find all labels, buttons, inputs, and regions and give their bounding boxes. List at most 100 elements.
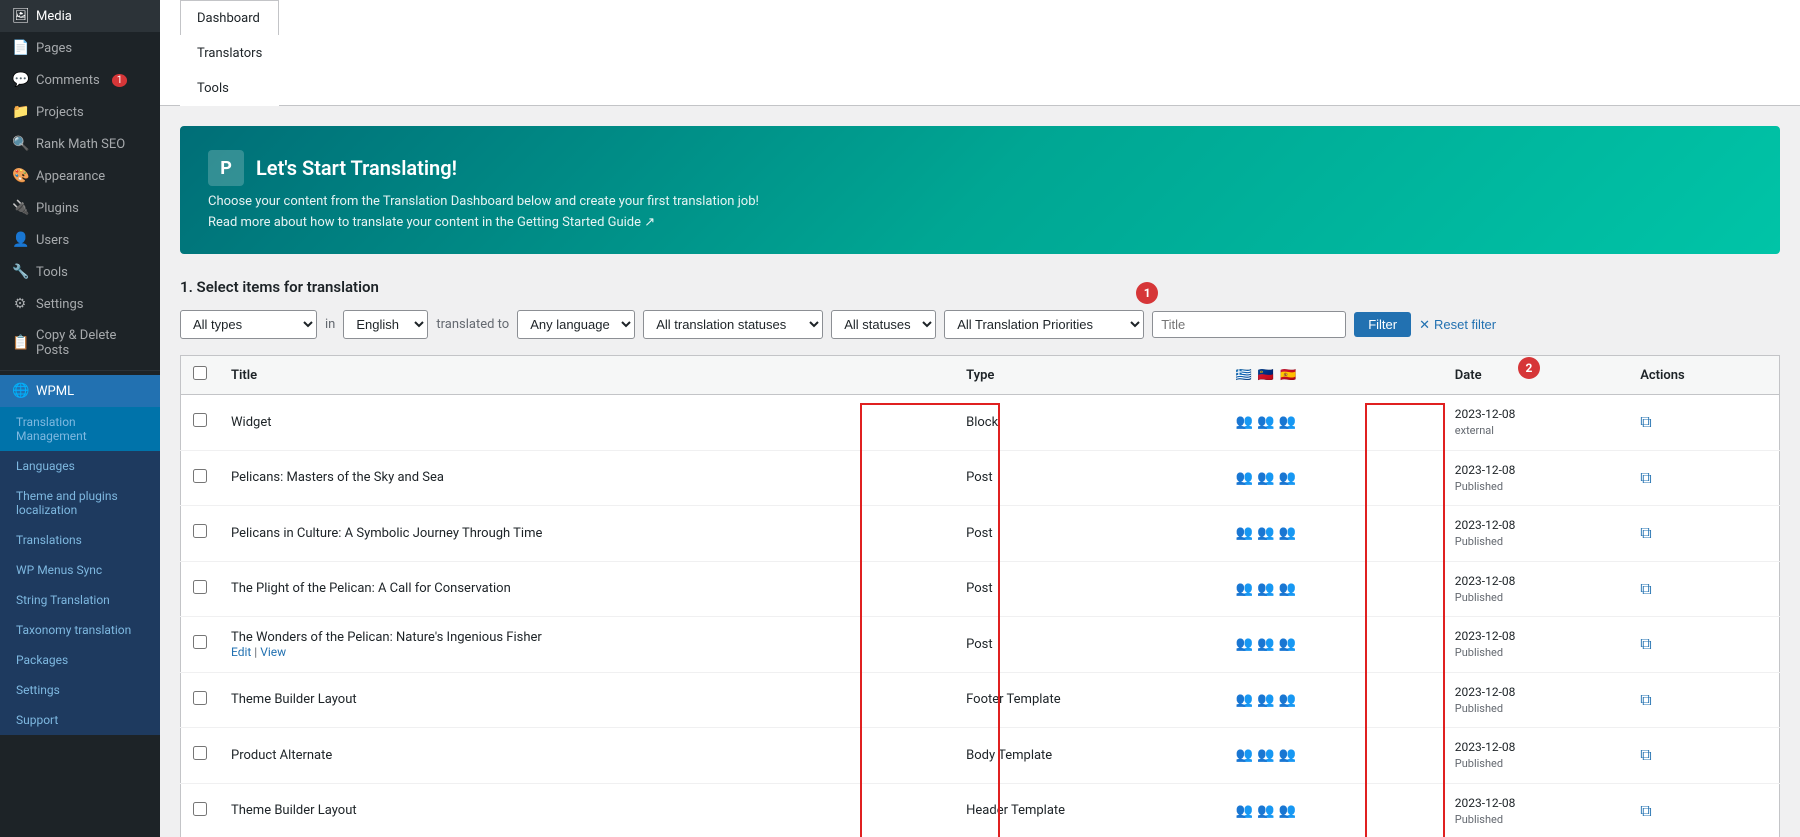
action-icon-5[interactable]: ⧉: [1640, 634, 1651, 653]
translate-icon-es-7[interactable]: 👥: [1278, 747, 1295, 763]
translate-icon-es-2[interactable]: 👥: [1278, 470, 1295, 486]
action-icon-7[interactable]: ⧉: [1640, 745, 1651, 764]
row-checkbox-5[interactable]: [193, 635, 207, 649]
reset-filter-button[interactable]: ✕ Reset filter: [1419, 317, 1496, 333]
translate-icon-es-5[interactable]: 👥: [1278, 636, 1295, 652]
title-search-input[interactable]: [1152, 311, 1346, 338]
select-all-checkbox[interactable]: [193, 366, 207, 380]
translate-icon-gr-3[interactable]: 👥: [1236, 525, 1253, 541]
sidebar-item-translations[interactable]: Translations: [0, 525, 160, 555]
table-row: Theme Builder Layout Header Template 👥 👥…: [181, 783, 1780, 837]
statuses-filter[interactable]: All statusesPublishedDraft: [831, 310, 936, 339]
action-icon-2[interactable]: ⧉: [1640, 468, 1651, 487]
translate-icon-li-3[interactable]: 👥: [1257, 525, 1274, 541]
translation-status-filter[interactable]: All translation statusesNot translatedNe…: [643, 310, 823, 339]
action-icon-6[interactable]: ⧉: [1640, 690, 1651, 709]
translate-icon-li-7[interactable]: 👥: [1257, 747, 1274, 763]
tab-translators[interactable]: Translators: [180, 35, 279, 71]
sidebar-label-media: Media: [36, 9, 72, 24]
any-language-filter[interactable]: Any languageGreekSpanish: [517, 310, 635, 339]
sidebar-item-pages[interactable]: 📄Pages: [0, 32, 160, 64]
tab-tools[interactable]: Tools: [180, 70, 279, 106]
translate-icon-li-6[interactable]: 👥: [1257, 692, 1274, 708]
translate-icon-gr-7[interactable]: 👥: [1236, 747, 1253, 763]
actions-cell-5[interactable]: ⧉: [1628, 617, 1779, 673]
actions-cell-7[interactable]: ⧉: [1628, 728, 1779, 784]
flags-column-header: 🇬🇷 🇱🇮 🇪🇸 2: [1224, 356, 1443, 395]
translate-icon-li-4[interactable]: 👥: [1257, 581, 1274, 597]
sidebar-item-settings[interactable]: ⚙Settings: [0, 288, 160, 320]
filter-button[interactable]: Filter: [1354, 312, 1411, 337]
sidebar-item-rank-math-seo[interactable]: 🔍Rank Math SEO: [0, 128, 160, 160]
sidebar-item-languages[interactable]: Languages: [0, 451, 160, 481]
translate-icon-li-8[interactable]: 👥: [1257, 803, 1274, 819]
sidebar-item-appearance[interactable]: 🎨Appearance: [0, 160, 160, 192]
edit-link[interactable]: Edit: [231, 645, 251, 659]
filter-bar: All typesPostPageBlockFooter TemplateBod…: [180, 310, 1780, 339]
translate-icon-li-2[interactable]: 👥: [1257, 470, 1274, 486]
flags-cell-2: 👥 👥 👥: [1224, 450, 1443, 506]
priorities-filter[interactable]: All Translation PrioritiesHighNormalLow: [944, 310, 1144, 339]
action-icon-8[interactable]: ⧉: [1640, 801, 1651, 820]
sidebar-item-string-translation[interactable]: String Translation: [0, 585, 160, 615]
row-checkbox-7[interactable]: [193, 746, 207, 760]
type-filter[interactable]: All typesPostPageBlockFooter TemplateBod…: [180, 310, 317, 339]
translate-icon-es-8[interactable]: 👥: [1278, 803, 1295, 819]
sidebar-item-media[interactable]: 🖼Media: [0, 0, 160, 32]
date-cell-4: 2023-12-08 Published: [1443, 561, 1628, 617]
language-filter[interactable]: EnglishGreekSpanish: [343, 310, 428, 339]
sidebar-item-wp-menus-sync[interactable]: WP Menus Sync: [0, 555, 160, 585]
sidebar-item-settings-wpml[interactable]: Settings: [0, 675, 160, 705]
title-cell-6: Theme Builder Layout: [219, 672, 954, 728]
comments-icon: 💬: [12, 72, 28, 88]
sidebar-item-projects[interactable]: 📁Projects: [0, 96, 160, 128]
action-icon-3[interactable]: ⧉: [1640, 523, 1651, 542]
actions-cell-6[interactable]: ⧉: [1628, 672, 1779, 728]
actions-cell-4[interactable]: ⧉: [1628, 561, 1779, 617]
sidebar-item-support[interactable]: Support: [0, 705, 160, 735]
sidebar-item-comments[interactable]: 💬Comments1: [0, 64, 160, 96]
banner-link[interactable]: Read more about how to translate your co…: [208, 215, 1752, 230]
translate-icon-gr-2[interactable]: 👥: [1236, 470, 1253, 486]
sidebar-item-tools[interactable]: 🔧Tools: [0, 256, 160, 288]
translate-icon-li-5[interactable]: 👥: [1257, 636, 1274, 652]
view-link[interactable]: View: [260, 645, 286, 659]
translate-icon-gr-4[interactable]: 👥: [1236, 581, 1253, 597]
translate-icon-li-1[interactable]: 👥: [1257, 414, 1274, 430]
row-checkbox-3[interactable]: [193, 524, 207, 538]
sidebar-item-copy-delete-posts[interactable]: 📋Copy & Delete Posts: [0, 320, 160, 366]
sidebar-item-translation-management[interactable]: Translation Management: [0, 407, 160, 451]
flags-cell-7: 👥 👥 👥: [1224, 728, 1443, 784]
table-row: The Plight of the Pelican: A Call for Co…: [181, 561, 1780, 617]
sidebar-item-plugins[interactable]: 🔌Plugins: [0, 192, 160, 224]
translate-icon-es-3[interactable]: 👥: [1278, 525, 1295, 541]
date-value-4: 2023-12-08: [1455, 572, 1616, 590]
row-checkbox-4[interactable]: [193, 580, 207, 594]
sidebar-item-users[interactable]: 👤Users: [0, 224, 160, 256]
translate-icon-es-1[interactable]: 👥: [1278, 414, 1295, 430]
actions-cell-8[interactable]: ⧉: [1628, 783, 1779, 837]
translate-icon-es-6[interactable]: 👥: [1278, 692, 1295, 708]
translate-icon-gr-6[interactable]: 👥: [1236, 692, 1253, 708]
tab-dashboard[interactable]: Dashboard: [180, 0, 279, 36]
row-checkbox-2[interactable]: [193, 469, 207, 483]
row-checkbox-6[interactable]: [193, 691, 207, 705]
row-checkbox-1[interactable]: [193, 413, 207, 427]
sidebar-item-theme-plugins-localization[interactable]: Theme and plugins localization: [0, 481, 160, 525]
actions-cell-2[interactable]: ⧉: [1628, 450, 1779, 506]
translate-icon-gr-5[interactable]: 👥: [1236, 636, 1253, 652]
action-icon-1[interactable]: ⧉: [1640, 412, 1651, 431]
reset-filter-label: Reset filter: [1434, 317, 1496, 332]
translate-icon-es-4[interactable]: 👥: [1278, 581, 1295, 597]
table-row: Widget Block 👥 👥 👥 2023-12-08 external ⧉: [181, 395, 1780, 451]
row-checkbox-8[interactable]: [193, 802, 207, 816]
translate-icon-gr-1[interactable]: 👥: [1236, 414, 1253, 430]
sidebar-item-packages[interactable]: Packages: [0, 645, 160, 675]
translate-icon-gr-8[interactable]: 👥: [1236, 803, 1253, 819]
actions-cell-3[interactable]: ⧉: [1628, 506, 1779, 562]
sidebar-item-taxonomy-translation[interactable]: Taxonomy translation: [0, 615, 160, 645]
actions-cell-1[interactable]: ⧉: [1628, 395, 1779, 451]
action-icon-4[interactable]: ⧉: [1640, 579, 1651, 598]
sidebar-item-wpml[interactable]: 🌐WPML: [0, 375, 160, 407]
banner-title: Let's Start Translating!: [256, 156, 457, 180]
